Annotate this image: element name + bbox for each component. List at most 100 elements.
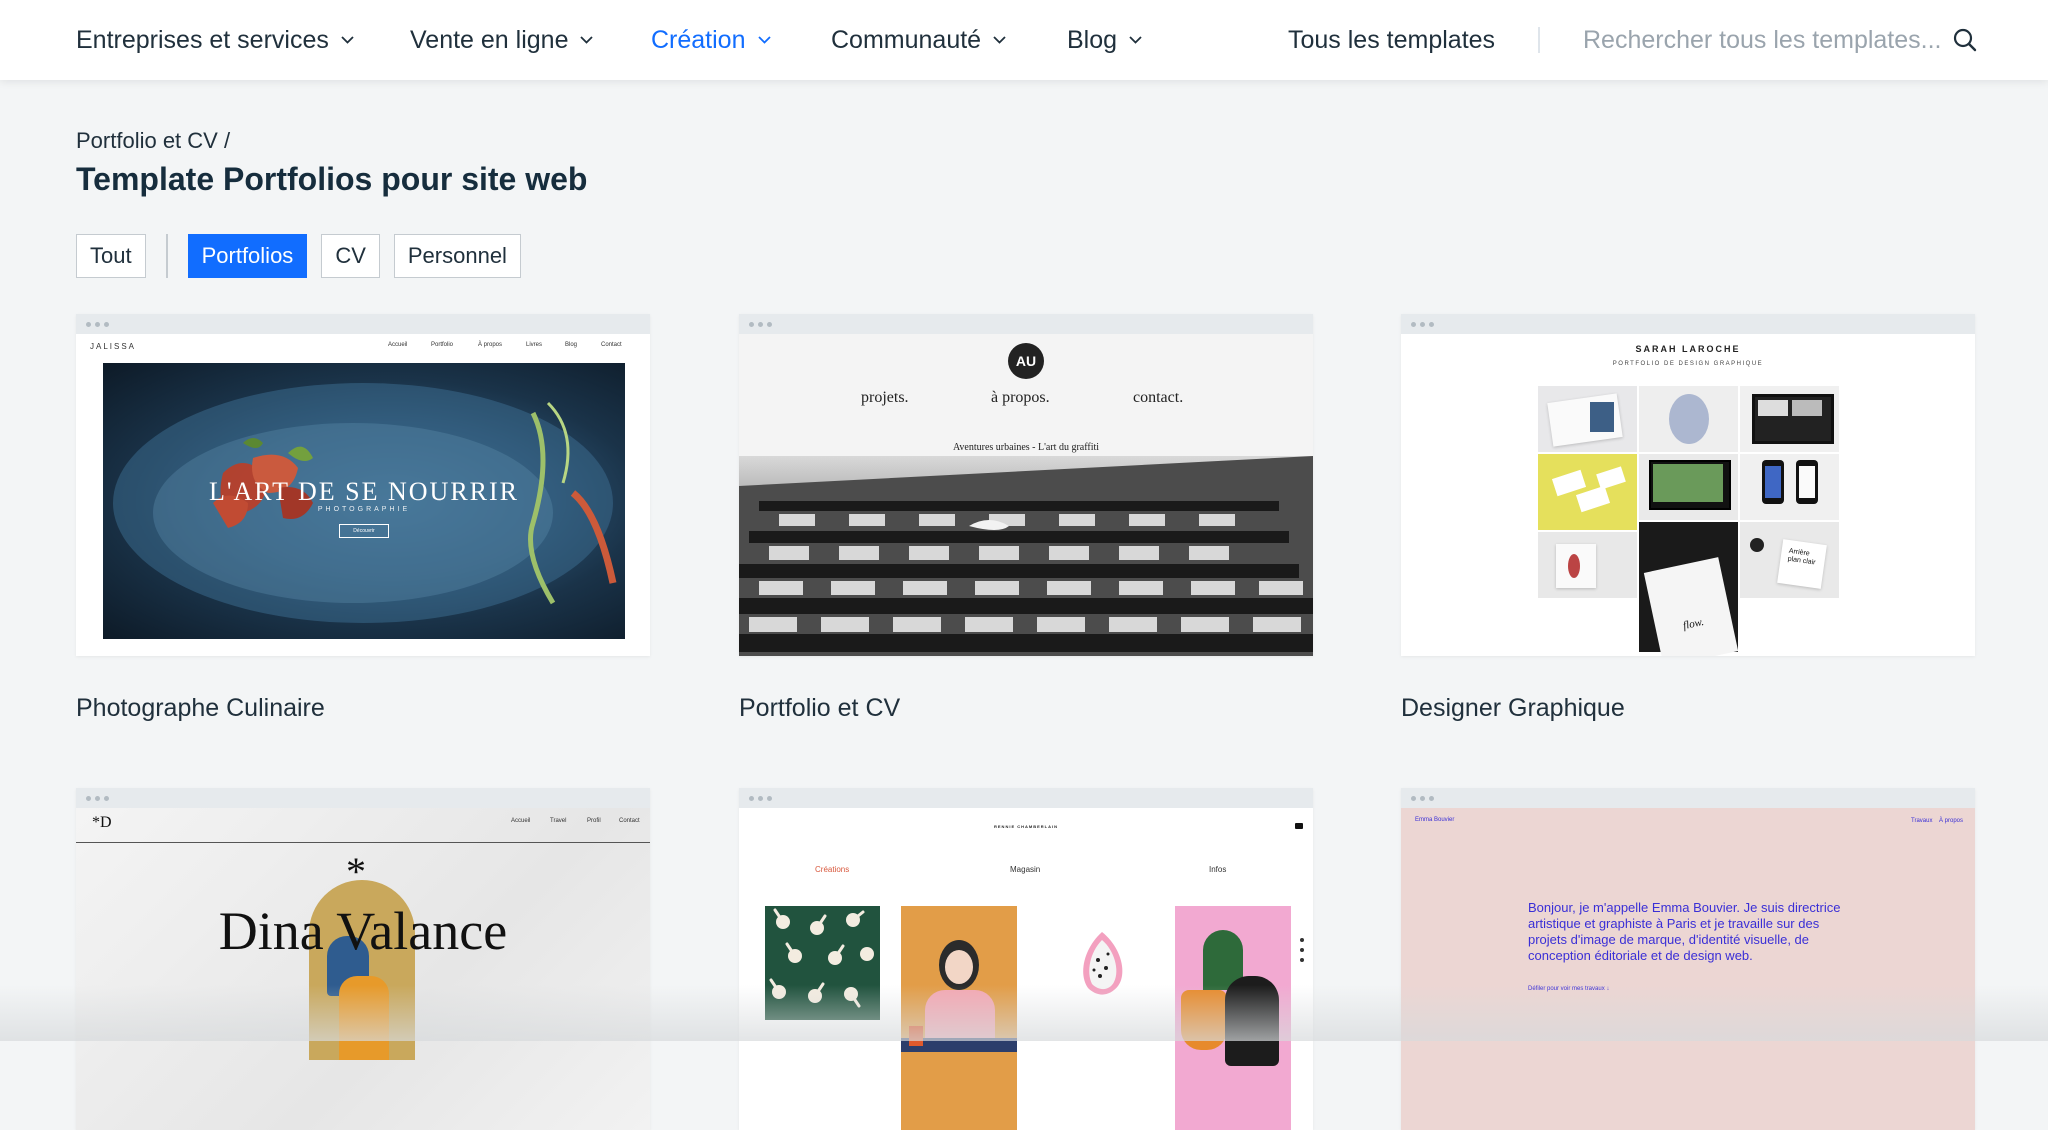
preview-headline: L'ART DE SE NOURRIR: [208, 477, 520, 506]
preview-menu-item: Profil: [587, 818, 601, 824]
preview-tile: [1639, 454, 1738, 520]
preview-menu-item: contact.: [1133, 389, 1184, 406]
preview-menu-item: Contact: [619, 818, 640, 824]
filter-chip-portfolios[interactable]: Portfolios: [187, 234, 308, 278]
preview-menu-item: À propos: [1939, 818, 1964, 824]
template-preview: Emma Bouvier Travaux À propos Bonjour, j…: [1401, 808, 1975, 1130]
nav-item-label: Communauté: [831, 25, 982, 54]
preview-headline: Dina Valance: [218, 901, 508, 961]
template-preview: RENNIE CHAMBERLAIN Créations Magasin Inf…: [739, 808, 1313, 1130]
browser-bar: [76, 788, 650, 808]
preview-menu-item: Accueil: [511, 818, 531, 824]
nav-item-creation[interactable]: Création: [651, 22, 771, 58]
nav-item-label: Vente en ligne: [410, 25, 569, 54]
filter-chip-cv[interactable]: CV: [321, 234, 380, 278]
browser-bar: [739, 788, 1313, 808]
preview-menu-item: Travaux: [1911, 818, 1933, 824]
preview-logo: AU: [1008, 343, 1044, 379]
search-input[interactable]: [1583, 22, 1943, 58]
template-preview: *D Accueil Travel Profil Contact * Dina …: [76, 808, 650, 1130]
preview-button: Découvrir: [339, 524, 389, 538]
preview-menu-item: Portfolio: [431, 342, 454, 348]
preview-tile: [1740, 454, 1839, 520]
nav-item-vente[interactable]: Vente en ligne: [410, 22, 594, 58]
browser-bar: [76, 314, 650, 334]
page-title: Template Portfolios pour site web: [76, 161, 588, 197]
template-title[interactable]: Designer Graphique: [1401, 694, 1625, 723]
preview-artwork: [1175, 906, 1291, 1130]
preview-tile: flow.: [1639, 522, 1739, 656]
template-preview: JALISSA Accueil Portfolio À propos Livre…: [76, 334, 650, 656]
preview-menu-item: Livres: [526, 342, 543, 348]
preview-menu-item: Travel: [550, 818, 567, 824]
nav-divider: [1538, 27, 1540, 53]
chevron-down-icon: [580, 36, 594, 44]
nav-item-label: Entreprises et services: [76, 25, 329, 54]
preview-menu-item: Infos: [1209, 865, 1227, 874]
template-preview-frame[interactable]: SARAH LAROCHE PORTFOLIO DE DESIGN GRAPHI…: [1401, 314, 1975, 656]
template-card[interactable]: AU projets. à propos. contact. Aventures…: [739, 314, 1313, 722]
preview-menu-item: Accueil: [388, 342, 408, 348]
chevron-down-icon: [993, 36, 1006, 44]
preview-scroll-link: Défiler pour voir mes travaux ↓: [1528, 986, 1610, 992]
preview-brand: RENNIE CHAMBERLAIN: [994, 824, 1058, 829]
preview-tile: [1538, 386, 1637, 452]
nav-item-label: Blog: [1067, 25, 1118, 54]
browser-bar: [1401, 314, 1975, 334]
preview-artwork: [901, 906, 1017, 1130]
preview-tile: [1538, 532, 1637, 598]
preview-brand: JALISSA: [90, 342, 137, 351]
nav-item-communaute[interactable]: Communauté: [831, 22, 1006, 58]
template-preview-frame[interactable]: *D Accueil Travel Profil Contact * Dina …: [76, 788, 650, 1130]
template-card[interactable]: RENNIE CHAMBERLAIN Créations Magasin Inf…: [739, 788, 1313, 1130]
top-navigation: Entreprises et services Vente en ligne C…: [0, 0, 2048, 80]
template-card[interactable]: Emma Bouvier Travaux À propos Bonjour, j…: [1401, 788, 1975, 1130]
preview-tile: [1740, 386, 1839, 452]
template-preview: SARAH LAROCHE PORTFOLIO DE DESIGN GRAPHI…: [1401, 334, 1975, 656]
preview-brand: Emma Bouvier: [1415, 817, 1455, 823]
preview-intro: Bonjour, je m'appelle Emma Bouvier. Je s…: [1528, 900, 1841, 963]
template-card[interactable]: JALISSA Accueil Portfolio À propos Livre…: [76, 314, 650, 722]
nav-item-label: Création: [651, 25, 746, 54]
preview-menu-item: Créations: [815, 865, 850, 874]
preview-brand: *D: [92, 814, 112, 831]
preview-name: SARAH LAROCHE: [1635, 344, 1741, 354]
browser-bar: [1401, 788, 1975, 808]
preview-menu-item: Magasin: [1010, 865, 1041, 874]
all-templates-link[interactable]: Tous les templates: [1288, 22, 1495, 58]
preview-tile: [1538, 454, 1637, 530]
template-title[interactable]: Portfolio et CV: [739, 694, 900, 723]
filter-chip-tout[interactable]: Tout: [76, 234, 146, 278]
template-title[interactable]: Photographe Culinaire: [76, 694, 325, 723]
hero-photo: L'ART DE SE NOURRIR PHOTOGRAPHIE Découvr…: [103, 363, 625, 639]
filter-divider: [165, 234, 168, 278]
chevron-down-icon: [341, 36, 354, 44]
template-card[interactable]: SARAH LAROCHE PORTFOLIO DE DESIGN GRAPHI…: [1401, 314, 1975, 722]
preview-menu-item: À propos: [478, 342, 503, 348]
preview-artwork: [1074, 930, 1130, 996]
template-card[interactable]: *D Accueil Travel Profil Contact * Dina …: [76, 788, 650, 1130]
preview-subheadline: PHOTOGRAPHIE: [317, 506, 411, 513]
preview-menu-item: à propos.: [991, 389, 1050, 406]
template-preview-frame[interactable]: JALISSA Accueil Portfolio À propos Livre…: [76, 314, 650, 656]
preview-tile: Arrière plan clair: [1740, 522, 1839, 598]
template-preview-frame[interactable]: RENNIE CHAMBERLAIN Créations Magasin Inf…: [739, 788, 1313, 1130]
preview-menu-item: projets.: [861, 389, 909, 406]
filter-bar: Tout Portfolios CV Personnel: [76, 234, 521, 278]
preview-caption: Aventures urbaines - L'art du graffiti: [952, 442, 1100, 453]
chevron-down-icon: [757, 36, 771, 44]
template-preview-frame[interactable]: Emma Bouvier Travaux À propos Bonjour, j…: [1401, 788, 1975, 1130]
template-preview: AU projets. à propos. contact. Aventures…: [739, 334, 1313, 656]
breadcrumb[interactable]: Portfolio et CV /: [76, 128, 230, 154]
filter-chip-personnel[interactable]: Personnel: [393, 234, 521, 278]
nav-item-entreprises[interactable]: Entreprises et services: [76, 22, 354, 58]
search-icon[interactable]: [1952, 27, 1978, 53]
preview-artwork: [765, 906, 880, 1020]
browser-bar: [739, 314, 1313, 334]
chevron-down-icon: [1129, 36, 1142, 44]
template-preview-frame[interactable]: AU projets. à propos. contact. Aventures…: [739, 314, 1313, 656]
preview-subtitle: PORTFOLIO DE DESIGN GRAPHIQUE: [1612, 361, 1764, 367]
nav-item-blog[interactable]: Blog: [1067, 22, 1142, 58]
preview-menu-item: Contact: [601, 342, 622, 348]
preview-menu-item: Blog: [565, 342, 578, 348]
